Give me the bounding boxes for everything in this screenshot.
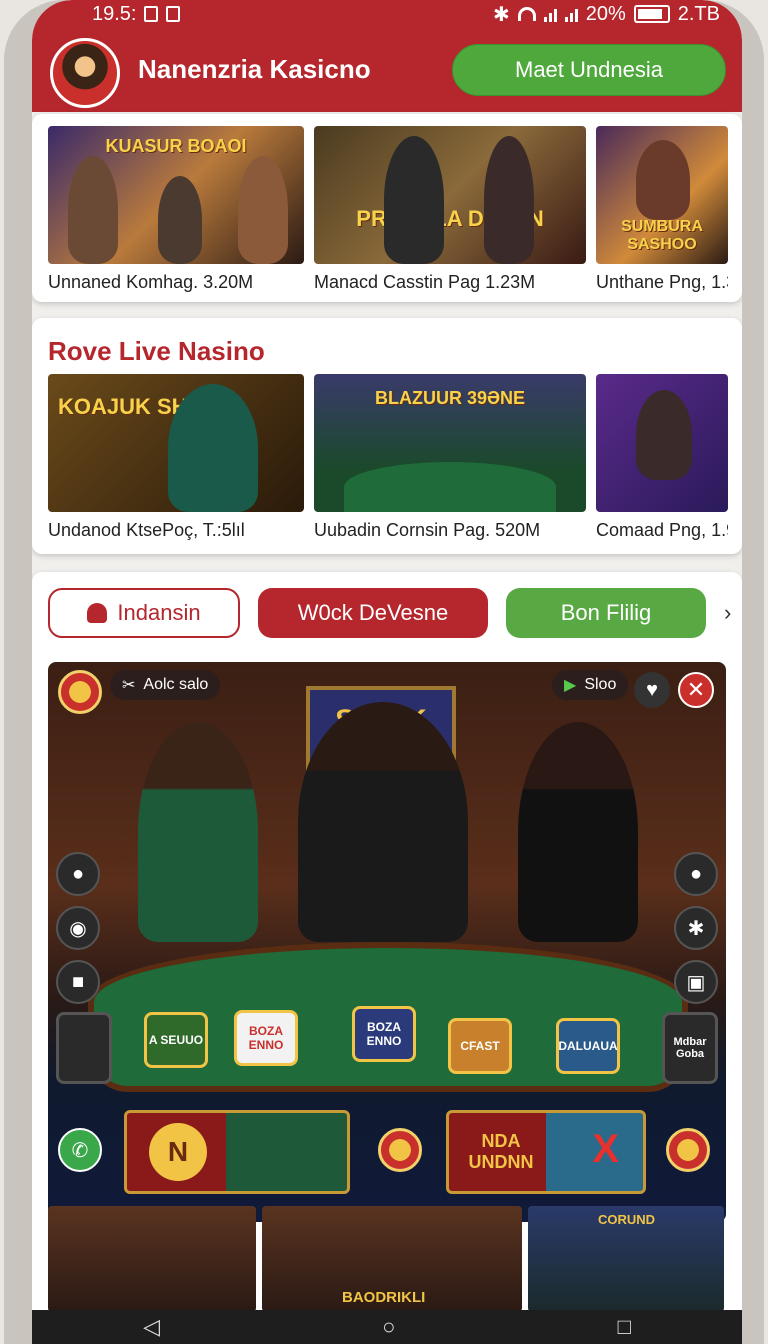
status-bar: 19.5: ✱ 20% 2.TB (32, 2, 742, 26)
bet-control-right[interactable]: NDA UNDNN X (446, 1110, 646, 1194)
filter-outline-label: Indansin (117, 600, 201, 625)
tile-caption: Comaad Png, 1.9 (596, 520, 728, 540)
game-tile[interactable]: Comaad Png, 1.9 (596, 374, 728, 541)
bluetooth-icon: ✱ (492, 3, 510, 26)
app-notification-icon (166, 6, 181, 22)
bottom-tile-sign: CORUND (598, 1212, 656, 1227)
back-icon[interactable]: ◁ (143, 1314, 160, 1340)
notification-icon (144, 6, 159, 22)
wifi-icon (517, 7, 536, 21)
filter-pills: Indansin W0ck DeVesne Bon Flilig › (48, 588, 731, 638)
lock-icon[interactable]: ▣ (674, 960, 718, 1004)
menu-chip-icon[interactable] (58, 670, 102, 714)
tools-icon: ✂ (122, 677, 136, 694)
dealer-left (138, 722, 258, 942)
bottom-tile-label: BAODRIKLI (342, 1289, 426, 1306)
game-thumbnail: KUASUR BOAOI (48, 126, 304, 264)
game-tile[interactable]: KOAJUK SHOAIN Undanod KtsePoç, T.:5lıl (48, 374, 304, 541)
featured-row: KUASUR BOAOI Unnaned Komhag. 3.20M PRASB… (32, 114, 742, 302)
user-icon[interactable]: ● (674, 852, 718, 896)
dealer-right (518, 722, 638, 942)
tools-panel[interactable] (56, 1012, 112, 1084)
bottom-tile[interactable]: CORUND (528, 1206, 724, 1312)
chip-icon[interactable] (666, 1128, 710, 1172)
filter-red-button[interactable]: W0ck DeVesne (258, 588, 488, 638)
android-nav-bar: ◁ ○ □ (32, 1310, 742, 1344)
bet-control-x: X (592, 1127, 619, 1171)
thumb-banner: BLAZUUR 39ƏNE (374, 388, 526, 408)
bet-spot-dal[interactable]: DALUAUA (556, 1018, 620, 1074)
thumb-banner: KUASUR BOAOI (105, 136, 247, 156)
gift-icon[interactable]: ■ (56, 960, 100, 1004)
tag-left[interactable]: ✂ Aolc salo (110, 670, 221, 700)
battery-percent: 20% (585, 2, 626, 25)
brand-logo[interactable] (50, 38, 120, 108)
bet-spot-cards[interactable]: BOZA ENNO (234, 1010, 298, 1066)
bottom-tile[interactable]: BAODRIKLI (262, 1206, 522, 1312)
bet-spot-a[interactable]: A SEUUO (144, 1012, 208, 1068)
app-header: 19.5: ✱ 20% 2.TB Nanenzria Kasiсno Maet … (32, 0, 742, 112)
data-usage: 2.TB (677, 2, 720, 25)
info-panel[interactable]: Mdbar Goba (662, 1012, 718, 1084)
game-tile[interactable]: SUMBURA SASHOO Unthane Png, 1.3 (596, 126, 728, 293)
game-thumbnail: BLAZUUR 39ƏNE (314, 374, 586, 512)
game-thumbnail: PRASBLA DEJON (314, 126, 586, 264)
filter-outline-button[interactable]: Indansin (48, 588, 240, 638)
game-thumbnail (596, 374, 728, 512)
signal-icon (543, 6, 557, 22)
tile-caption: Undanod KtsePoç, T.:5lıl (48, 520, 245, 540)
profile-icon[interactable]: ● (56, 852, 100, 896)
live-table-view[interactable]: SPUIK ✂ Aolc salo ▶ Sloo ♥ ✕ A SEUUO BOZ… (48, 662, 726, 1222)
home-icon[interactable]: ○ (382, 1314, 395, 1340)
bet-spot-cfast[interactable]: CFAST (448, 1018, 512, 1074)
meet-button[interactable]: Maet Undnesia (452, 44, 726, 96)
bet-control-left-label: N (149, 1123, 207, 1181)
tile-caption: Uubadin Cornsin Pag. 520M (314, 520, 541, 540)
tile-caption: Unnaned Komhag. 3.20M (48, 272, 254, 292)
recents-icon[interactable]: □ (618, 1314, 631, 1340)
bet-control-right-label: NDA UNDNN (468, 1131, 534, 1172)
signal-2-icon (564, 6, 578, 22)
chevron-right-icon[interactable]: › (724, 600, 731, 626)
game-tile[interactable]: KUASUR BOAOI Unnaned Komhag. 3.20M (48, 126, 304, 293)
bottom-tile[interactable] (48, 1206, 256, 1312)
close-icon[interactable]: ✕ (678, 672, 714, 708)
battery-icon (633, 5, 670, 23)
brand-name: Nanenzria Kasiсno (138, 54, 371, 84)
thumb-banner: SUMBURA SASHOO (621, 218, 703, 253)
dealer-center (298, 702, 468, 942)
game-thumbnail: KOAJUK SHOAIN (48, 374, 304, 512)
user-icon (87, 603, 108, 623)
filter-green-button[interactable]: Bon Flilig (506, 588, 706, 638)
game-thumbnail: SUMBURA SASHOO (596, 126, 728, 264)
app-screen: 19.5: ✱ 20% 2.TB Nanenzria Kasiсno Maet … (32, 0, 742, 1344)
settings-icon[interactable]: ✱ (674, 906, 718, 950)
heart-icon[interactable]: ♥ (634, 672, 670, 708)
tile-caption: Manacd Casstin Pag 1.23M (314, 272, 536, 292)
bottom-thumb-row: BAODRIKLI CORUND (48, 1206, 724, 1312)
tag-right[interactable]: ▶ Sloo (552, 670, 629, 700)
tile-caption: Unthane Png, 1.3 (596, 272, 728, 292)
game-tile[interactable]: BLAZUUR 39ƏNE Uubadin Cornsin Pag. 520M (314, 374, 586, 541)
clock: 19.5: (92, 2, 137, 25)
whatsapp-icon[interactable]: ✆ (58, 1128, 102, 1172)
chip-icon[interactable] (378, 1128, 422, 1172)
tag-left-label: Aolc salo (143, 676, 209, 693)
tag-right-label: Sloo (584, 676, 617, 693)
game-tile[interactable]: PRASBLA DEJON Manacd Casstin Pag 1.23M (314, 126, 586, 293)
bet-control-left[interactable]: N (124, 1110, 350, 1194)
thumb-banner: PRASBLA DEJON (356, 206, 544, 231)
chat-icon[interactable]: ◉ (56, 906, 100, 950)
live-casino-section: Rove Live Nasino KOAJUK SHOAIN Undanod K… (32, 318, 742, 554)
bet-spot-boza[interactable]: BOZA ENNO (352, 1006, 416, 1062)
section-title: Rove Live Nasino (48, 336, 265, 366)
play-icon: ▶ (564, 677, 577, 694)
